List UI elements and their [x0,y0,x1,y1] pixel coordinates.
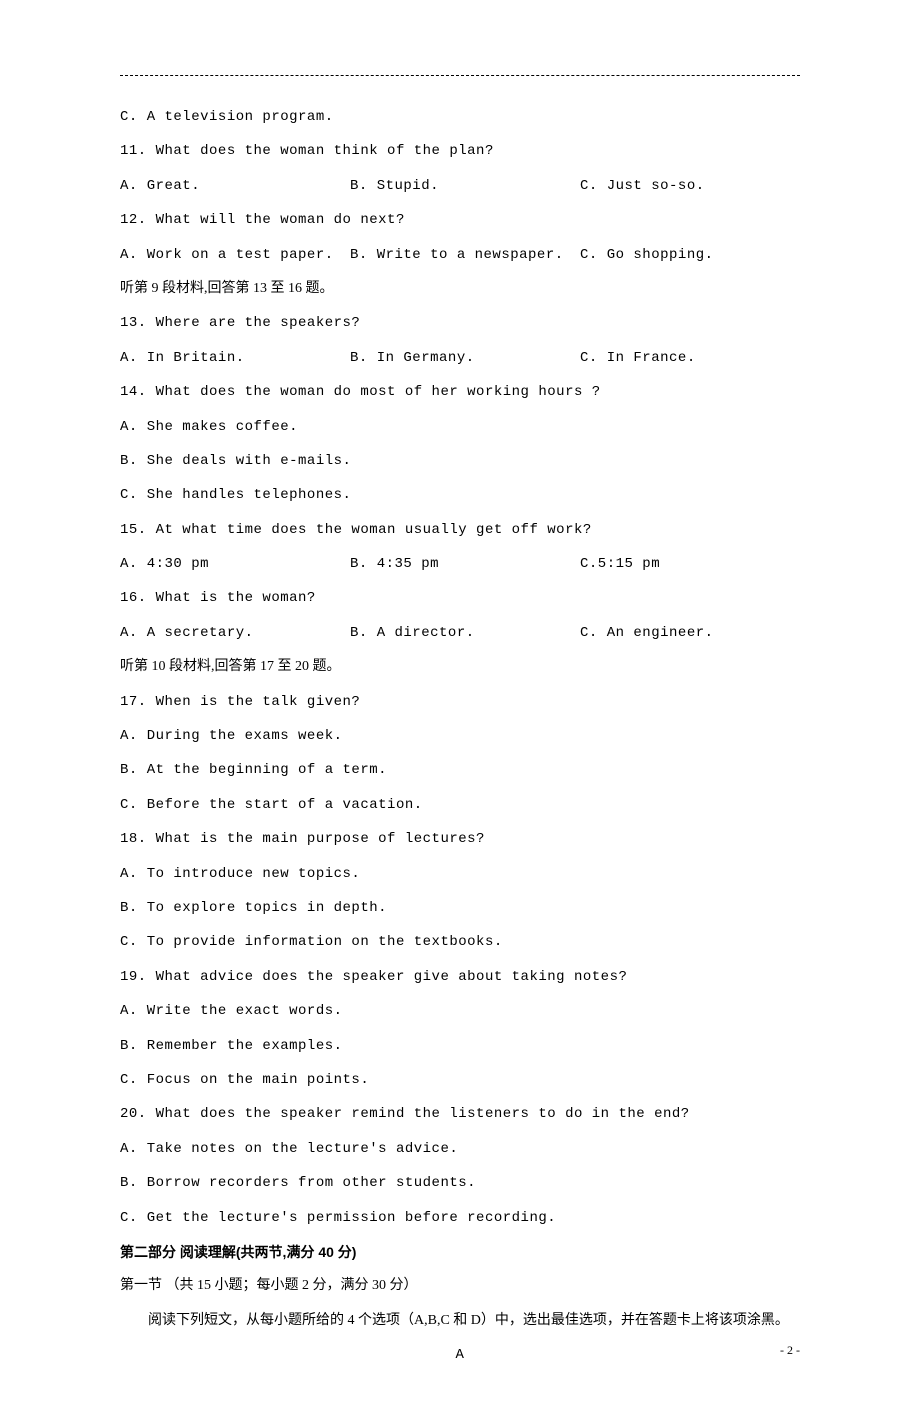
document-page: C. A television program. 11. What does t… [0,0,920,1418]
question-15-options: A. 4:30 pm B. 4:35 pm C.5:15 pm [120,553,800,575]
instruction-text: 阅读下列短文，从每小题所给的 4 个选项（A,B,C 和 D）中，选出最佳选项，… [120,1310,800,1332]
option-a: A. To introduce new topics. [120,863,800,885]
question-11-options: A. Great. B. Stupid. C. Just so-so. [120,175,800,197]
option-b: B. Remember the examples. [120,1035,800,1057]
part-2-heading: 第二部分 阅读理解(共两节,满分 40 分) [120,1241,800,1263]
question-12: 12. What will the woman do next? [120,209,800,231]
option-b: B. In Germany. [350,347,580,369]
option-b: B. She deals with e-mails. [120,450,800,472]
question-14: 14. What does the woman do most of her w… [120,381,800,403]
question-16-options: A. A secretary. B. A director. C. An eng… [120,622,800,644]
option-a: A. She makes coffee. [120,416,800,438]
option-c: C. An engineer. [580,622,800,644]
option-b: B. To explore topics in depth. [120,897,800,919]
question-16: 16. What is the woman? [120,587,800,609]
option-c: C. In France. [580,347,800,369]
option-a: A. 4:30 pm [120,553,350,575]
option-b: B. 4:35 pm [350,553,580,575]
option-a: A. Take notes on the lecture's advice. [120,1138,800,1160]
option-c: C. Before the start of a vacation. [120,794,800,816]
option-a: A. Great. [120,175,350,197]
segment-10-header: 听第 10 段材料,回答第 17 至 20 题。 [120,656,800,678]
header-divider [120,75,800,76]
option-a: A. Write the exact words. [120,1000,800,1022]
option-c: C. Just so-so. [580,175,800,197]
question-12-options: A. Work on a test paper. B. Write to a n… [120,244,800,266]
question-17: 17. When is the talk given? [120,691,800,713]
question-15: 15. At what time does the woman usually … [120,519,800,541]
question-13: 13. Where are the speakers? [120,312,800,334]
option-a: A. Work on a test paper. [120,244,350,266]
option-b: B. Write to a newspaper. [350,244,580,266]
option-c: C. A television program. [120,106,800,128]
option-c: C. Go shopping. [580,244,800,266]
section-1-heading: 第一节 （共 15 小题；每小题 2 分，满分 30 分） [120,1275,800,1297]
question-13-options: A. In Britain. B. In Germany. C. In Fran… [120,347,800,369]
question-18: 18. What is the main purpose of lectures… [120,828,800,850]
option-c: C. Get the lecture's permission before r… [120,1207,800,1229]
option-c: C. Focus on the main points. [120,1069,800,1091]
option-c: C.5:15 pm [580,553,800,575]
segment-9-header: 听第 9 段材料,回答第 13 至 16 题。 [120,278,800,300]
question-20: 20. What does the speaker remind the lis… [120,1103,800,1125]
question-19: 19. What advice does the speaker give ab… [120,966,800,988]
option-a: A. A secretary. [120,622,350,644]
option-c: C. To provide information on the textboo… [120,931,800,953]
option-b: B. Stupid. [350,175,580,197]
option-b: B. At the beginning of a term. [120,759,800,781]
option-b: B. A director. [350,622,580,644]
option-c: C. She handles telephones. [120,484,800,506]
option-b: B. Borrow recorders from other students. [120,1172,800,1194]
page-number: - 2 - [780,1343,800,1358]
question-11: 11. What does the woman think of the pla… [120,140,800,162]
passage-a-label: A [120,1344,800,1366]
option-a: A. During the exams week. [120,725,800,747]
option-a: A. In Britain. [120,347,350,369]
